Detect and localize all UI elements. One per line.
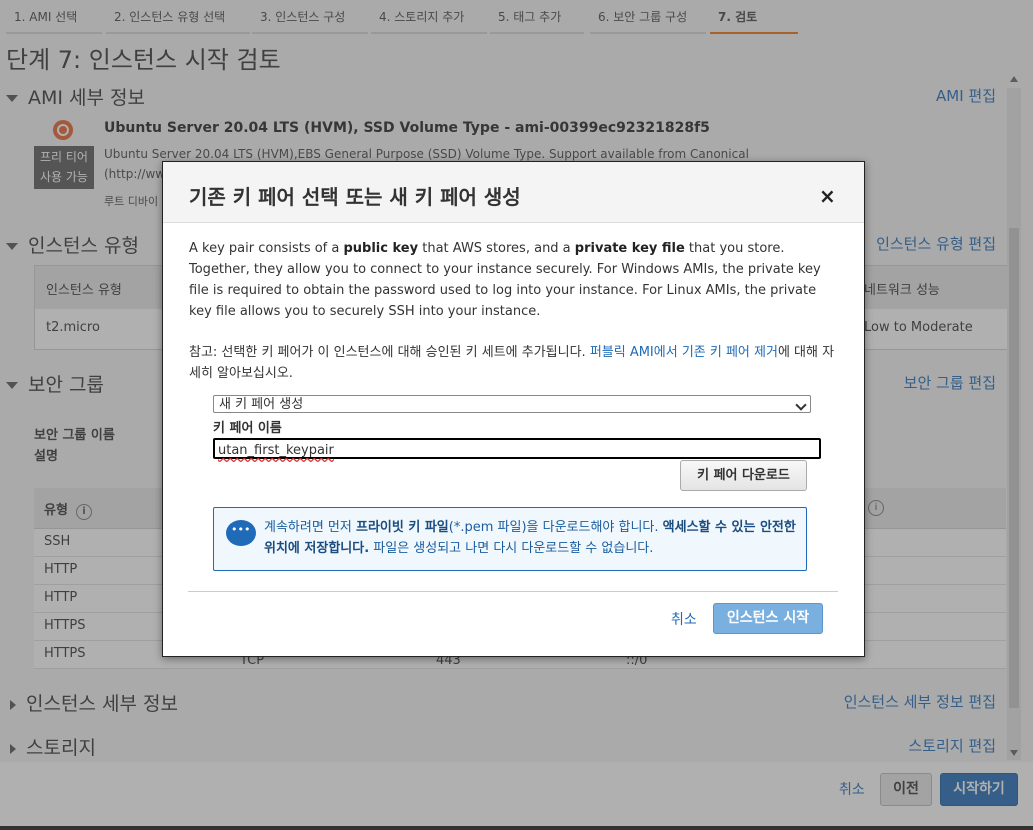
download-info-alert: 계속하려면 먼저 프라이빗 키 파일(*.pem 파일)을 다운로드해야 합니다… [213,507,807,571]
close-icon[interactable]: × [819,184,836,208]
key-pair-name-input[interactable]: utan_first_keypair [213,438,821,459]
alert-message: 계속하려면 먼저 프라이빗 키 파일(*.pem 파일)을 다운로드해야 합니다… [264,517,804,559]
alert-text-3: 파일은 생성되고 나면 다시 다운로드할 수 없습니다. [369,541,654,556]
dialog-header: 기존 키 페어 선택 또는 새 키 페어 생성 × [163,162,864,223]
chat-bubble-icon [226,520,256,546]
key-pair-note: 참고: 선택한 키 페어가 이 인스턴스에 대해 승인된 키 세트에 추가됩니다… [189,342,839,384]
key-pair-dialog: 기존 키 페어 선택 또는 새 키 페어 생성 × A key pair con… [162,161,865,657]
key-pair-intro: A key pair consists of a public key that… [189,238,839,322]
key-pair-option-select[interactable]: 새 키 페어 생성 [213,395,811,413]
intro-bold-1: public key [343,241,419,256]
intro-text-2: that AWS stores, and a [418,241,575,256]
chevron-down-icon [795,399,807,411]
intro-bold-2: private key file [574,241,685,256]
remove-key-pair-link[interactable]: 퍼블릭 AMI에서 기존 키 페어 제거 [590,345,778,360]
dialog-cancel-button[interactable]: 취소 [671,609,697,629]
intro-text-1: A key pair consists of a [189,241,344,256]
key-pair-name-label: 키 페어 이름 [213,421,282,436]
alert-text-1: 계속하려면 먼저 [264,520,356,535]
launch-instance-button[interactable]: 인스턴스 시작 [713,603,823,634]
note-text-1: 참고: 선택한 키 페어가 이 인스턴스에 대해 승인된 키 세트에 추가됩니다… [189,345,590,360]
dialog-divider [188,591,838,592]
download-key-pair-button[interactable]: 키 페어 다운로드 [680,460,807,491]
dialog-title: 기존 키 페어 선택 또는 새 키 페어 생성 [189,185,521,209]
bottom-strip [0,826,1033,830]
alert-bold-1: 프라이빗 키 파일 [356,520,449,535]
key-pair-option-value: 새 키 페어 생성 [219,397,304,412]
alert-text-2: (*.pem 파일)을 다운로드해야 합니다. [448,520,663,535]
